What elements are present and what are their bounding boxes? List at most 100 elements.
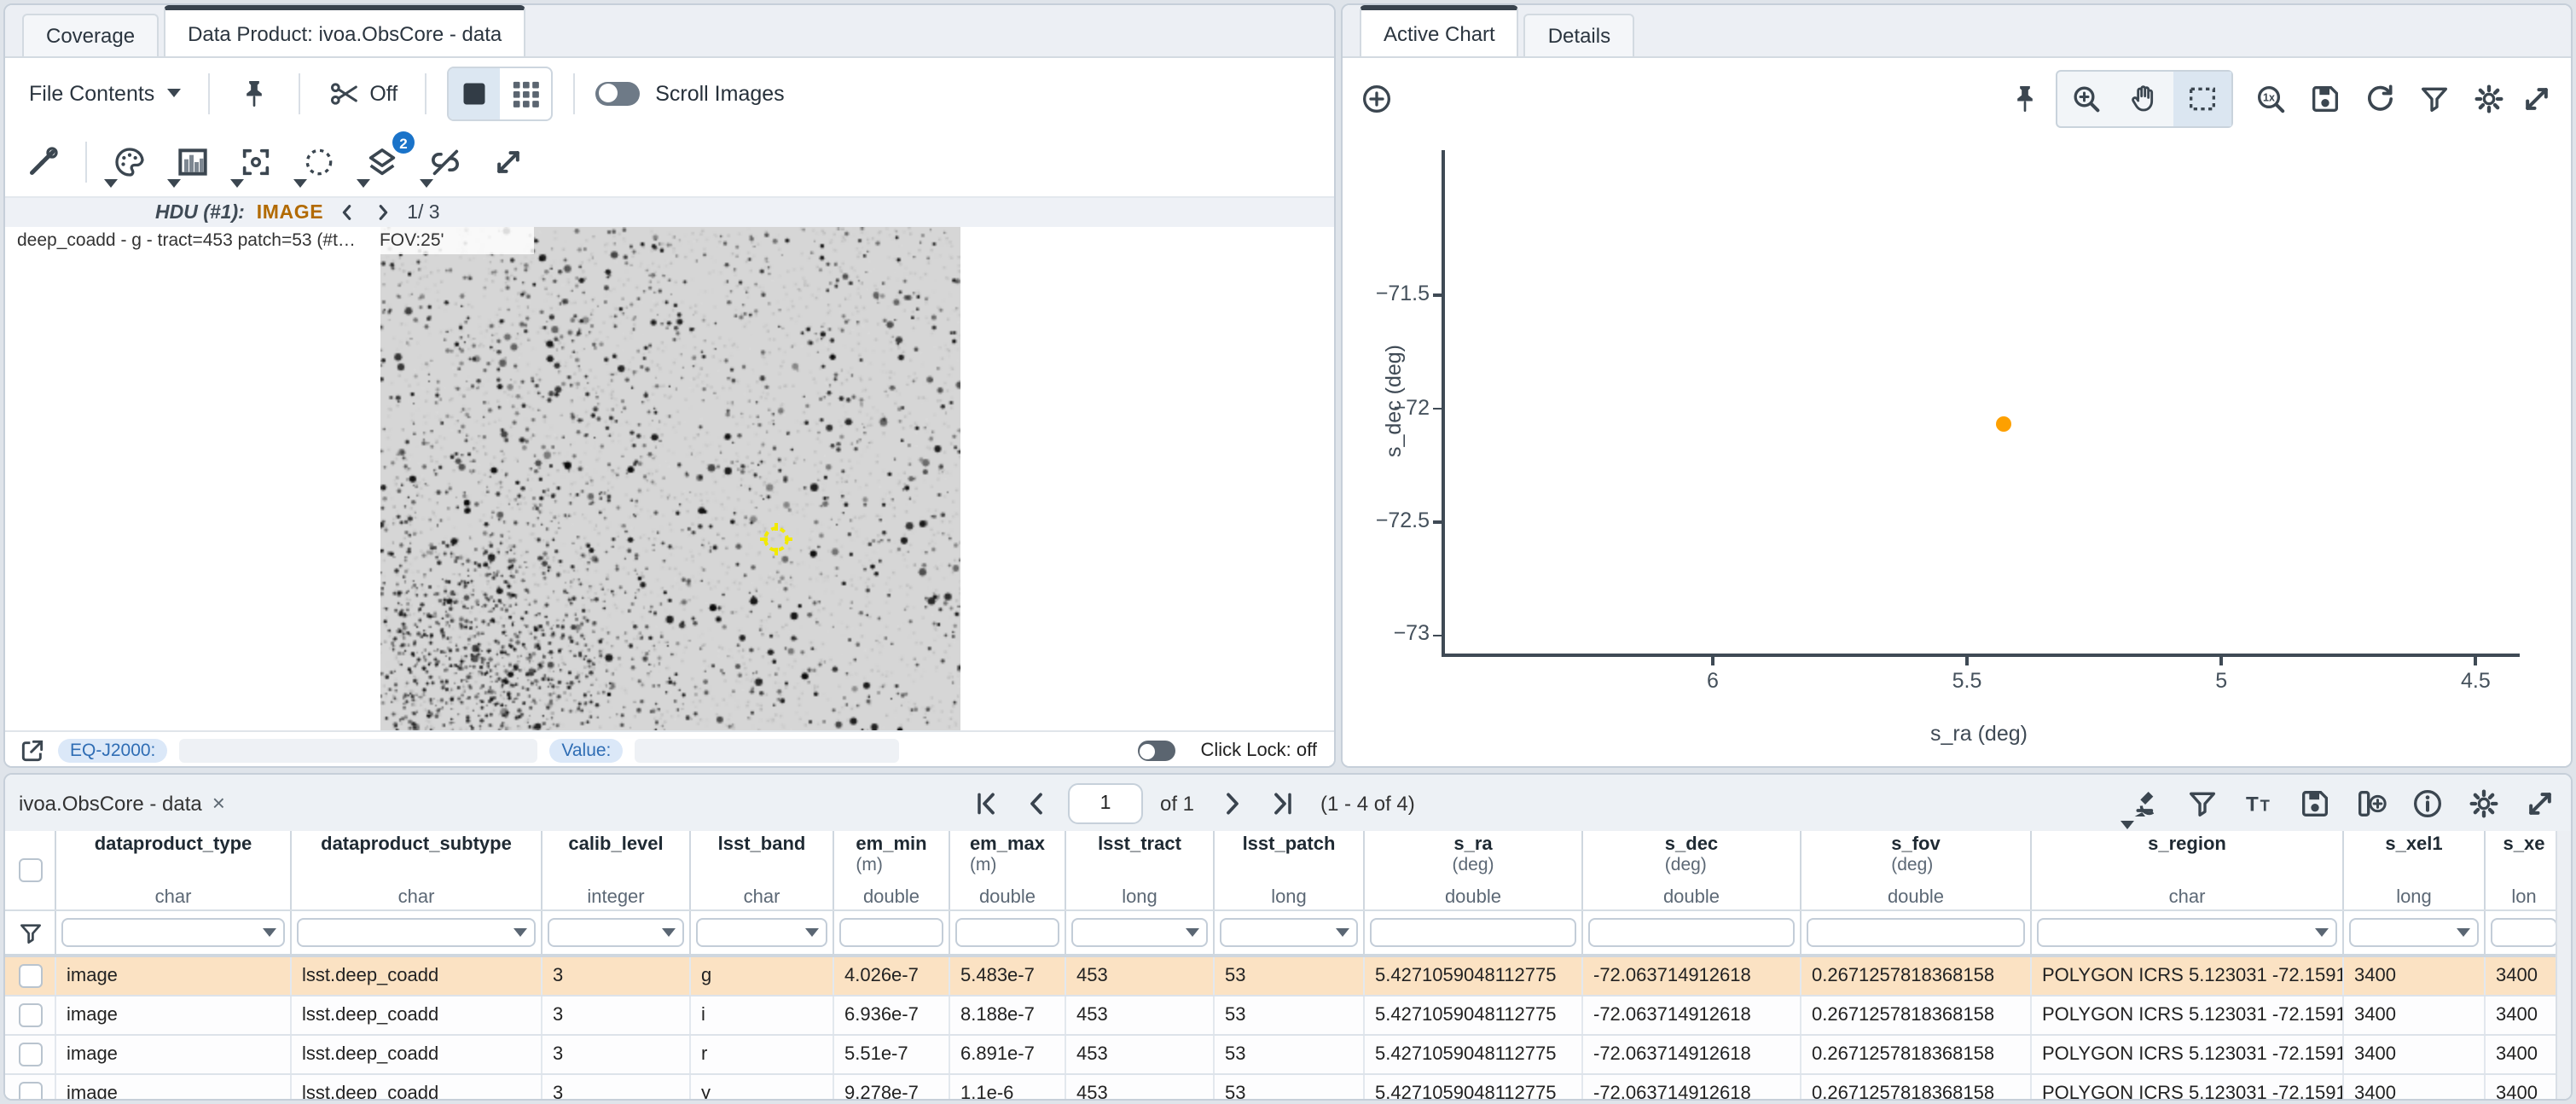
tab-coverage[interactable]: Coverage (22, 14, 159, 56)
cell-s_xel1: 3400 (2344, 997, 2486, 1034)
row-checkbox[interactable] (18, 964, 42, 988)
filter-input-lsst_patch[interactable] (1220, 918, 1358, 947)
filter-input-dataproduct_subtype[interactable] (297, 918, 536, 947)
column-header-lsst_tract[interactable]: lsst_tractlong (1066, 831, 1215, 909)
fits-image-viewport[interactable]: deep_coadd - g - tract=453 patch=53 (#t…… (5, 227, 1334, 730)
cutout-toggle-button[interactable]: Off (320, 71, 404, 115)
table-row[interactable]: imagelsst.deep_coadd3r5.51e-76.891e-7453… (5, 1036, 2571, 1075)
filter-input-dataproduct_type[interactable] (61, 918, 285, 947)
grid-view-button[interactable] (500, 67, 551, 119)
click-lock-toggle[interactable] (1137, 741, 1175, 761)
pixel-value-label[interactable]: Value: (549, 739, 623, 763)
layers-button[interactable]: 2 (362, 140, 403, 184)
column-header-em_max[interactable]: em_max(m)double (950, 831, 1066, 909)
expand-image-button[interactable] (488, 140, 529, 184)
column-header-s_fov[interactable]: s_fov(deg)double (1801, 831, 2032, 909)
next-page-button[interactable] (1211, 781, 1252, 825)
analyze-button[interactable] (2126, 781, 2167, 825)
filter-input-em_max[interactable] (955, 918, 1059, 947)
pan-mode-button[interactable] (2115, 71, 2173, 125)
restore-chart-button[interactable] (2359, 76, 2400, 120)
column-header-s_xel1[interactable]: s_xel1long (2344, 831, 2486, 909)
pin-chart-button[interactable] (2005, 76, 2045, 120)
filter-input-s_xel1[interactable] (2349, 918, 2479, 947)
column-header-s_region[interactable]: s_regionchar (2032, 831, 2344, 909)
add-chart-button[interactable] (1356, 76, 1397, 120)
save-table-button[interactable] (2295, 781, 2335, 825)
cutout-state-label: Off (369, 81, 397, 105)
single-view-button[interactable] (449, 67, 500, 119)
tools-button[interactable] (22, 140, 63, 184)
hdu-next-button[interactable] (371, 199, 395, 226)
hdu-prev-button[interactable] (335, 199, 359, 226)
chart-mode-group (2056, 69, 2233, 127)
expand-table-button[interactable] (2520, 781, 2561, 825)
table-info-button[interactable] (2407, 781, 2448, 825)
column-header-calib_level[interactable]: calib_levelinteger (542, 831, 691, 909)
save-chart-button[interactable] (2305, 76, 2346, 120)
coord-system-label[interactable]: EQ-J2000: (58, 739, 167, 763)
column-header-em_min[interactable]: em_min(m)double (834, 831, 950, 909)
first-page-button[interactable] (966, 781, 1007, 825)
column-header-lsst_band[interactable]: lsst_bandchar (691, 831, 834, 909)
wcs-unlink-button[interactable] (425, 140, 466, 184)
region-select-button[interactable] (299, 140, 339, 184)
filter-input-calib_level[interactable] (548, 918, 684, 947)
color-stretch-button[interactable] (109, 140, 150, 184)
popout-icon[interactable] (19, 737, 46, 764)
filter-input-em_min[interactable] (839, 918, 943, 947)
select-all-checkbox[interactable] (18, 858, 42, 882)
filter-input-s_xe[interactable] (2491, 918, 2557, 947)
table-settings-button[interactable] (2463, 781, 2504, 825)
filter-table-button[interactable] (2182, 781, 2223, 825)
filter-input-s_fov[interactable] (1807, 918, 2025, 947)
table-scrollbar[interactable] (2556, 831, 2571, 1099)
add-column-button[interactable] (2351, 781, 2392, 825)
tab-coverage-label: Coverage (46, 24, 135, 48)
table-row[interactable]: imagelsst.deep_coadd3y9.278e-71.1e-64535… (5, 1075, 2571, 1101)
page-number-input[interactable] (1068, 782, 1143, 823)
filter-input-s_dec[interactable] (1588, 918, 1795, 947)
column-header-lsst_patch[interactable]: lsst_patchlong (1215, 831, 1365, 909)
text-view-icon: TT (2242, 786, 2276, 820)
tab-active-chart[interactable]: Active Chart (1360, 5, 1519, 56)
scatter-point[interactable] (1997, 415, 2012, 431)
recenter-button[interactable] (235, 140, 276, 184)
filter-chart-button[interactable] (2414, 76, 2455, 120)
row-checkbox[interactable] (18, 1043, 42, 1066)
text-view-button[interactable]: TT (2238, 781, 2279, 825)
filter-input-s_region[interactable] (2037, 918, 2337, 947)
column-header-s_dec[interactable]: s_dec(deg)double (1583, 831, 1801, 909)
last-page-button[interactable] (1262, 781, 1303, 825)
histogram-stretch-button[interactable] (172, 140, 213, 184)
zoom-mode-button[interactable] (2057, 71, 2115, 125)
zoom-reset-button[interactable]: 1x (2250, 76, 2291, 120)
table-row[interactable]: imagelsst.deep_coadd3i6.936e-78.188e-745… (5, 997, 2571, 1036)
filter-input-s_ra[interactable] (1370, 918, 1576, 947)
row-checkbox[interactable] (18, 1003, 42, 1027)
file-contents-dropdown[interactable]: File Contents (29, 81, 180, 105)
column-header-dataproduct_type[interactable]: dataproduct_typechar (56, 831, 292, 909)
column-header-s_ra[interactable]: s_ra(deg)double (1365, 831, 1583, 909)
table-tab[interactable]: ivoa.ObsCore - data × (19, 791, 225, 815)
tab-data-product[interactable]: Data Product: ivoa.ObsCore - data (164, 5, 525, 56)
scroll-images-toggle[interactable] (595, 81, 640, 105)
table-row[interactable]: imagelsst.deep_coadd3g4.026e-75.483e-745… (5, 957, 2571, 997)
pin-button[interactable] (233, 71, 274, 115)
cell-s_xel1: 3400 (2344, 957, 2486, 995)
column-header-s_xe[interactable]: s_xelon (2486, 831, 2564, 909)
tab-details[interactable]: Details (1524, 14, 1634, 56)
close-icon[interactable]: × (212, 792, 225, 814)
cell-s_ra: 5.4271059048112775 (1365, 957, 1583, 995)
row-checkbox[interactable] (18, 1082, 42, 1101)
prev-page-button[interactable] (1017, 781, 1058, 825)
filter-input-lsst_tract[interactable] (1071, 918, 1208, 947)
expand-chart-button[interactable] (2516, 76, 2557, 120)
box-select-mode-button[interactable] (2173, 71, 2231, 125)
chart-settings-button[interactable] (2469, 76, 2509, 120)
column-header-dataproduct_subtype[interactable]: dataproduct_subtypechar (292, 831, 542, 909)
fits-star-field-image[interactable] (380, 227, 960, 730)
scatter-chart[interactable]: s_dec (deg) s_ra (deg) −71.5−72−72.5−736… (1343, 138, 2571, 768)
active-target-marker[interactable] (759, 522, 793, 556)
filter-input-lsst_band[interactable] (696, 918, 827, 947)
